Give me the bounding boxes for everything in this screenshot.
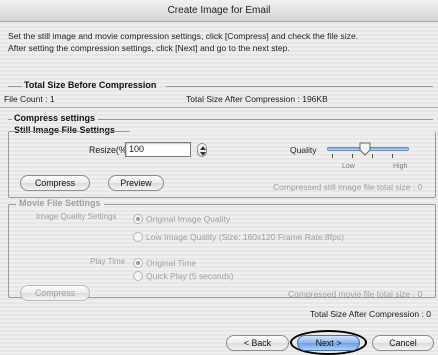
compress-settings-title: Compress settings (14, 113, 96, 123)
resize-input[interactable]: 100 (125, 142, 191, 157)
quality-tick (392, 154, 393, 158)
radio-quick-play[interactable] (133, 271, 143, 281)
original-time-label: Original Time (146, 258, 197, 268)
quality-slider-thumb-icon[interactable] (359, 142, 371, 156)
instructions-text: Set the still image and movie compressio… (8, 30, 433, 54)
before-divider-left (8, 86, 22, 87)
still-total-size: Compressed still image file total size :… (273, 182, 423, 192)
still-title-mask (130, 131, 436, 132)
footer-total-after: Total Size After Compression : 0 (310, 309, 431, 319)
stepper-arrows-icon (200, 146, 206, 156)
resize-stepper[interactable] (197, 143, 207, 157)
movie-total-size: Compressed movie file total size : 0 (288, 289, 423, 299)
quality-high-label: High (393, 163, 408, 170)
quality-tick (352, 154, 353, 158)
play-time-label: Play Time (90, 257, 126, 266)
low-quality-label: Low Image Quality (Size: 160x120 Frame R… (146, 232, 344, 242)
image-quality-label: Image Quality Settings (36, 212, 117, 221)
instructions-line-2: After setting the compression settings, … (8, 43, 290, 53)
original-quality-label: Original Image Quality (146, 214, 231, 224)
next-button[interactable]: Next > (297, 335, 360, 351)
quality-tick (372, 154, 373, 158)
compress-divider-left (8, 119, 12, 120)
back-button[interactable]: < Back (226, 335, 289, 351)
before-total-after-label: Total Size After Compression : 196KB (186, 94, 328, 104)
window-title: Create Image for Email (0, 0, 438, 22)
before-compression-title: Total Size Before Compression (24, 80, 157, 90)
still-compress-button[interactable]: Compress (20, 175, 90, 191)
before-divider-right (166, 86, 433, 87)
radio-original-time[interactable] (133, 258, 143, 268)
preview-button[interactable]: Preview (108, 175, 164, 191)
quality-low-label: Low (342, 163, 355, 170)
quality-label: Quality (290, 145, 317, 155)
movie-compress-button[interactable]: Compress (20, 285, 90, 301)
compress-divider-right (98, 119, 433, 120)
radio-low-quality[interactable] (133, 232, 143, 242)
before-bottom-divider (0, 107, 438, 108)
cancel-button[interactable]: Cancel (372, 335, 434, 351)
radio-original-quality[interactable] (133, 214, 143, 224)
instructions-line-1: Set the still image and movie compressio… (8, 31, 359, 41)
resize-label: Resize(%) (89, 145, 130, 155)
quick-play-label: Quick Play (5 seconds) (146, 271, 234, 281)
dialog-window: Create Image for Email Set the still ima… (0, 0, 438, 355)
quality-tick (332, 154, 333, 158)
file-count-label: File Count : 1 (4, 94, 55, 104)
movie-settings-title: Movie File Settings (16, 198, 104, 208)
